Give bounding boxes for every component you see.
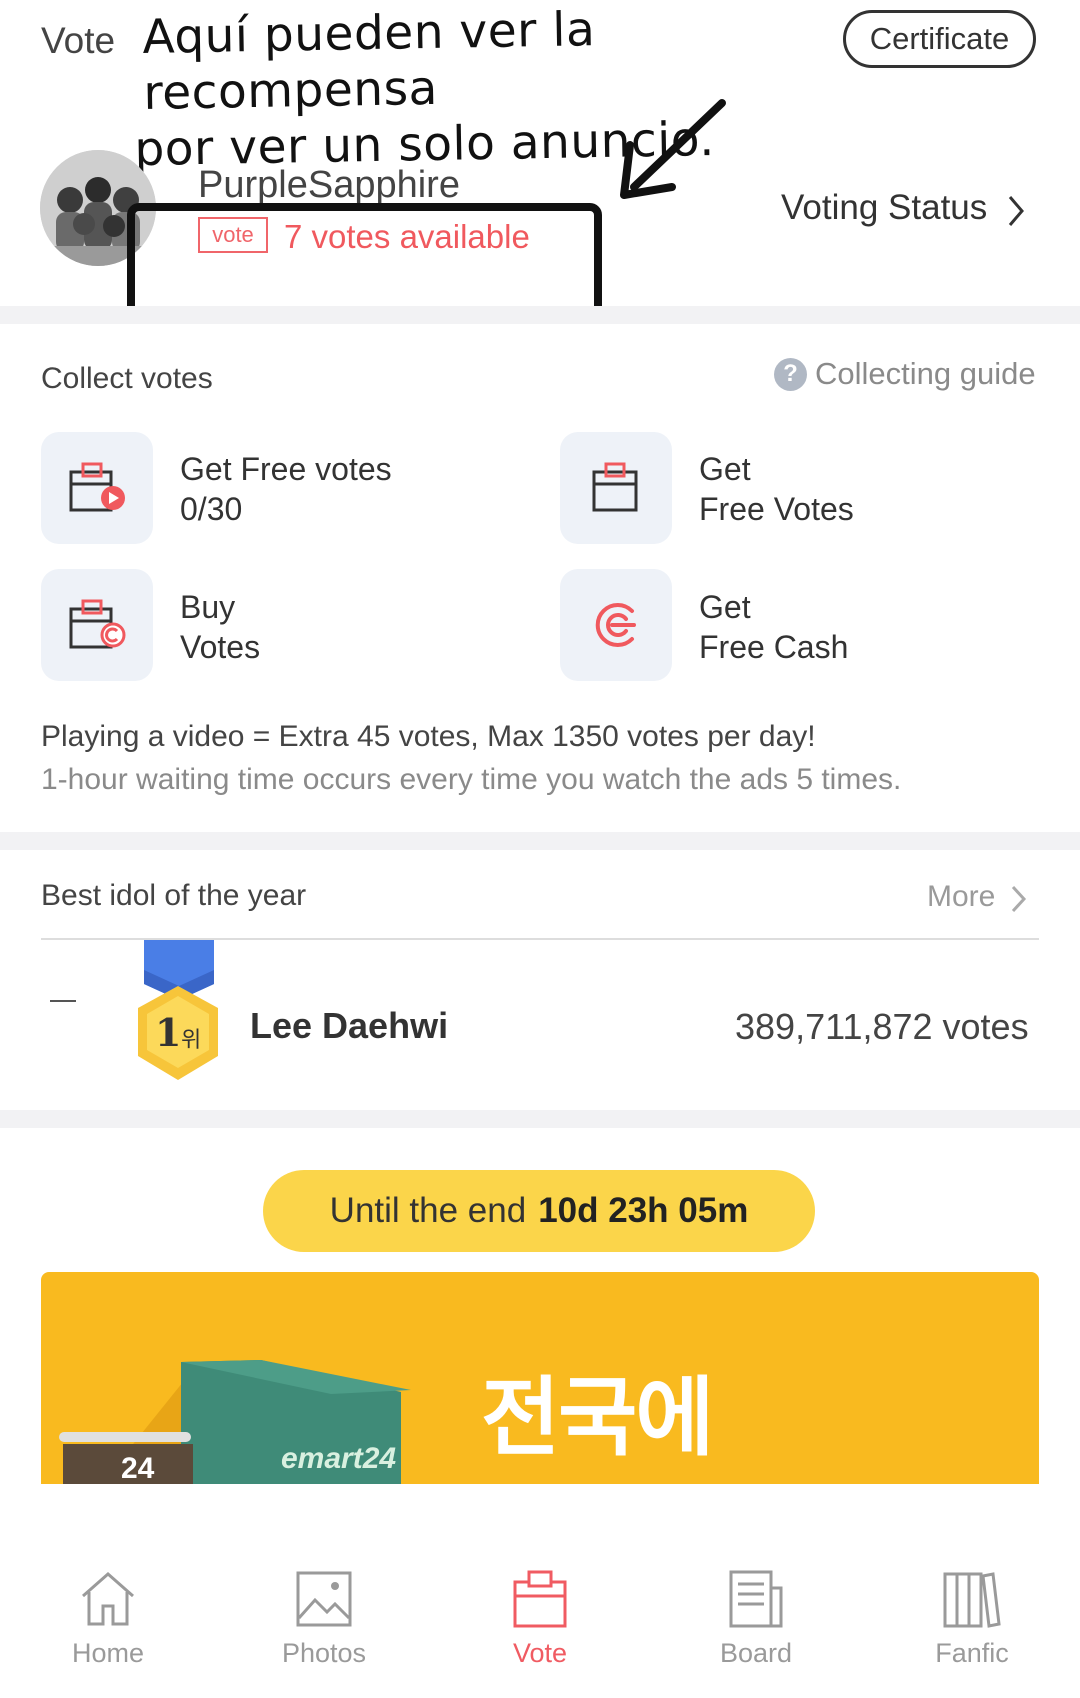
chevron-right-icon[interactable] bbox=[1010, 884, 1028, 914]
annotation-line-1: Aquí pueden ver la recompensa bbox=[142, 2, 596, 121]
nav-home-label: Home bbox=[71, 1638, 145, 1668]
certificate-button[interactable]: Certificate bbox=[843, 10, 1036, 68]
bottom-navigation: Home Photos Vote Board Fanfic bbox=[0, 1568, 1080, 1698]
cash-icon bbox=[595, 603, 636, 647]
page-title: Vote bbox=[41, 20, 116, 61]
annotation-arrow-icon bbox=[620, 99, 726, 199]
get-free-votes-label[interactable]: Get Free Votes bbox=[699, 449, 854, 529]
best-idol-title: Best idol of the year bbox=[41, 879, 307, 912]
collecting-guide-link[interactable]: ? Collecting guide bbox=[774, 356, 1036, 392]
video-vote-icon bbox=[69, 462, 125, 512]
nav-home[interactable]: Home bbox=[18, 1568, 198, 1669]
waiting-time-info: 1-hour waiting time occurs every time yo… bbox=[41, 763, 902, 796]
collect-votes-title: Collect votes bbox=[41, 362, 213, 395]
nav-board[interactable]: Board bbox=[666, 1568, 846, 1669]
chevron-right-icon[interactable] bbox=[1006, 194, 1026, 228]
buy-votes-button[interactable] bbox=[41, 569, 153, 681]
nav-photos-label: Photos bbox=[281, 1638, 367, 1668]
section-divider bbox=[0, 1110, 1080, 1128]
board-icon bbox=[729, 1570, 783, 1628]
fanfic-icon bbox=[943, 1572, 1001, 1628]
nav-board-label: Board bbox=[719, 1638, 793, 1668]
get-free-votes-video-label[interactable]: Get Free votes 0/30 bbox=[180, 449, 392, 529]
ballot-box-icon bbox=[592, 462, 638, 512]
buy-vote-icon bbox=[69, 599, 126, 649]
promo-banner[interactable]: 24 emart24 전국에 bbox=[41, 1272, 1039, 1484]
nav-fanfic-label: Fanfic bbox=[935, 1638, 1009, 1668]
collecting-guide-label: Collecting guide bbox=[815, 356, 1036, 391]
countdown-prefix: Until the end bbox=[329, 1191, 527, 1230]
get-free-votes-video-button[interactable] bbox=[41, 432, 153, 544]
section-divider bbox=[0, 832, 1080, 850]
vote-icon bbox=[513, 1570, 567, 1628]
section-divider bbox=[0, 306, 1080, 324]
video-reward-info: Playing a video = Extra 45 votes, Max 13… bbox=[41, 720, 816, 753]
nav-photos[interactable]: Photos bbox=[234, 1568, 414, 1669]
store-sign: 24 bbox=[121, 1452, 155, 1484]
rank-number: 1 bbox=[155, 1010, 182, 1055]
nav-fanfic[interactable]: Fanfic bbox=[882, 1568, 1062, 1669]
rank-suffix: 위 bbox=[181, 1027, 202, 1052]
idol-name[interactable]: Lee Daehwi bbox=[250, 1005, 448, 1047]
buy-votes-label[interactable]: Buy Votes bbox=[180, 587, 260, 667]
question-icon: ? bbox=[774, 357, 807, 391]
rank-change-indicator bbox=[50, 1000, 76, 1002]
voting-status-link[interactable]: Voting Status bbox=[781, 188, 987, 228]
idol-votes: 389,711,872 votes bbox=[735, 1006, 1029, 1047]
photos-icon bbox=[296, 1571, 352, 1627]
countdown-pill: Until the end 10d 23h 05m bbox=[263, 1170, 815, 1252]
countdown-time: 10d 23h 05m bbox=[538, 1191, 749, 1230]
more-link[interactable]: More bbox=[927, 880, 995, 914]
username: PurpleSapphire bbox=[198, 164, 460, 206]
home-icon bbox=[82, 1572, 134, 1626]
store-logo: emart24 bbox=[281, 1442, 397, 1475]
nav-vote-label: Vote bbox=[512, 1638, 568, 1668]
handwritten-annotation: Aquí pueden ver la recompensa por ver un… bbox=[134, 0, 835, 178]
get-free-cash-button[interactable] bbox=[560, 569, 672, 681]
annotation-highlight-box bbox=[127, 203, 602, 321]
get-free-votes-button[interactable] bbox=[560, 432, 672, 544]
banner-headline: 전국에 bbox=[481, 1368, 714, 1468]
get-free-cash-label[interactable]: Get Free Cash bbox=[699, 587, 848, 667]
nav-vote[interactable]: Vote bbox=[450, 1568, 630, 1669]
